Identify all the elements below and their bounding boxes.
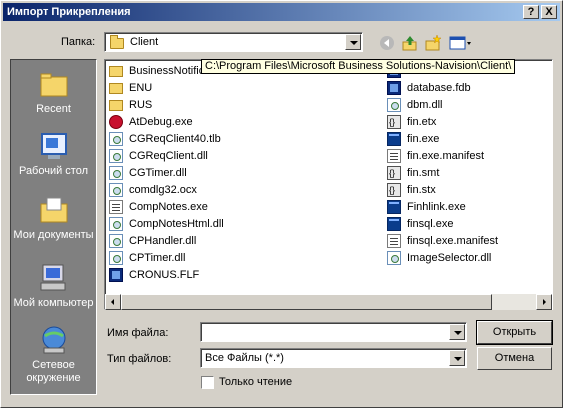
chevron-down-icon[interactable]: [449, 324, 465, 340]
file-dll-icon: [109, 166, 123, 180]
file-name: fin.etx: [407, 116, 437, 128]
file-name: comdlg32.ocx: [129, 184, 197, 196]
up-folder-icon[interactable]: [401, 34, 419, 52]
file-name: BusinessNotifica: [129, 65, 211, 77]
file-name: fin.smt: [407, 167, 440, 179]
place-recent[interactable]: Recent: [11, 68, 96, 116]
file-stx-icon: [387, 182, 401, 198]
file-exe-icon: [387, 217, 401, 231]
place-label: Сетевое окружение: [26, 359, 81, 384]
filetype-select[interactable]: Все Файлы (*.*): [200, 348, 467, 368]
scroll-left-button[interactable]: [105, 294, 121, 310]
title-bar[interactable]: Импорт Прикрепления ? X: [3, 3, 560, 21]
file-name: CGReqClient40.tlb: [129, 133, 221, 145]
file-dll-icon: [109, 234, 123, 248]
folder-icon: [109, 83, 123, 94]
file-stx-icon: [387, 114, 401, 130]
folder-icon: [110, 35, 124, 49]
file-exe-icon: [387, 200, 401, 214]
file-name: dbm.dll: [407, 99, 443, 111]
file-dll-icon: [109, 149, 123, 163]
new-folder-icon[interactable]: [424, 34, 442, 52]
file-name: Finhlink.exe: [407, 201, 466, 213]
place-my-computer[interactable]: Мой компьютер: [11, 262, 96, 310]
file-name: CompNotes.exe: [129, 201, 208, 213]
file-dll-icon: [387, 251, 401, 265]
place-label: Мой компьютер: [13, 297, 94, 309]
file-name: fin.exe.manifest: [407, 150, 485, 162]
file-name: fin.exe: [407, 133, 440, 145]
back-icon[interactable]: [378, 34, 396, 52]
place-desktop[interactable]: Рабочий стол: [11, 130, 96, 178]
readonly-label: Только чтение: [219, 376, 293, 388]
window-title: Импорт Прикрепления: [7, 6, 131, 18]
my-computer-icon: [38, 262, 70, 294]
close-button[interactable]: X: [541, 5, 557, 19]
place-label: Рабочий стол: [18, 165, 89, 177]
file-dll-icon: [109, 217, 123, 231]
path-tooltip: C:\Program Files\Microsoft Business Solu…: [201, 59, 516, 74]
help-button[interactable]: ?: [523, 5, 539, 19]
file-blue-icon: [109, 268, 123, 282]
lookin-label: Папка:: [61, 36, 96, 48]
lookin-combo[interactable]: Client: [104, 32, 363, 52]
scroll-thumb[interactable]: [121, 294, 492, 310]
file-dll-icon: [109, 132, 123, 146]
file-exe-icon: [387, 132, 401, 146]
file-name: CGReqClient.dll: [129, 150, 208, 162]
place-my-documents[interactable]: Мои документы: [11, 194, 96, 242]
file-name: ImageSelector.dll: [407, 252, 492, 264]
file-blue-icon: [387, 81, 401, 95]
filename-input[interactable]: [200, 322, 467, 342]
file-name: finsql.exe.manifest: [407, 235, 499, 247]
file-list[interactable]: BusinessNotifica ENU RUS AtDebug.exe CGReqCl…: [104, 59, 553, 310]
filetype-value: Все Файлы (*.*): [205, 352, 284, 364]
folder-icon: [109, 66, 123, 77]
scroll-right-button[interactable]: [536, 294, 552, 310]
network-icon: [38, 324, 70, 356]
file-stx-icon: [387, 165, 401, 181]
file-dll-icon: [387, 98, 401, 112]
file-name: RUS: [129, 99, 153, 111]
file-name: fin.stx: [407, 184, 436, 196]
recent-icon: [38, 68, 70, 100]
chevron-down-icon[interactable]: [449, 350, 465, 366]
file-dll-icon: [109, 251, 123, 265]
filename-label: Имя файла:: [107, 327, 169, 339]
file-red-icon: [109, 115, 123, 129]
file-doc-icon: [109, 200, 123, 214]
place-label: Recent: [36, 103, 71, 115]
file-name: finsql.exe: [407, 218, 454, 230]
place-network[interactable]: Сетевое окружение: [11, 324, 96, 385]
file-name: CRONUS.FLF: [129, 269, 200, 281]
file-name: CompNotesHtml.dll: [129, 218, 224, 230]
place-label: Мои документы: [13, 229, 94, 241]
file-name: database.fdb: [407, 82, 471, 94]
my-documents-icon: [38, 194, 70, 226]
chevron-down-icon[interactable]: [345, 34, 361, 50]
places-bar: Recent Рабочий стол Мои документы Мой ко…: [10, 59, 97, 395]
file-name: ENU: [129, 82, 153, 94]
desktop-icon: [38, 130, 70, 162]
folder-icon: [109, 100, 123, 111]
filetype-label: Тип файлов:: [107, 353, 172, 365]
file-doc-icon: [387, 149, 401, 163]
open-button[interactable]: Открыть: [476, 320, 553, 345]
file-doc-icon: [387, 234, 401, 248]
open-file-dialog: Импорт Прикрепления ? X Папка: Client Re…: [0, 0, 563, 408]
file-dll-icon: [109, 183, 123, 197]
view-menu-icon[interactable]: [449, 34, 473, 52]
file-name: AtDebug.exe: [129, 116, 193, 128]
readonly-checkbox[interactable]: [201, 376, 214, 389]
file-name: CPHandler.dll: [129, 235, 197, 247]
file-name: CGTimer.dll: [129, 167, 187, 179]
lookin-value: Client: [130, 36, 159, 48]
horizontal-scrollbar[interactable]: [105, 294, 552, 310]
file-name: CPTimer.dll: [129, 252, 186, 264]
cancel-button[interactable]: Отмена: [477, 347, 552, 370]
